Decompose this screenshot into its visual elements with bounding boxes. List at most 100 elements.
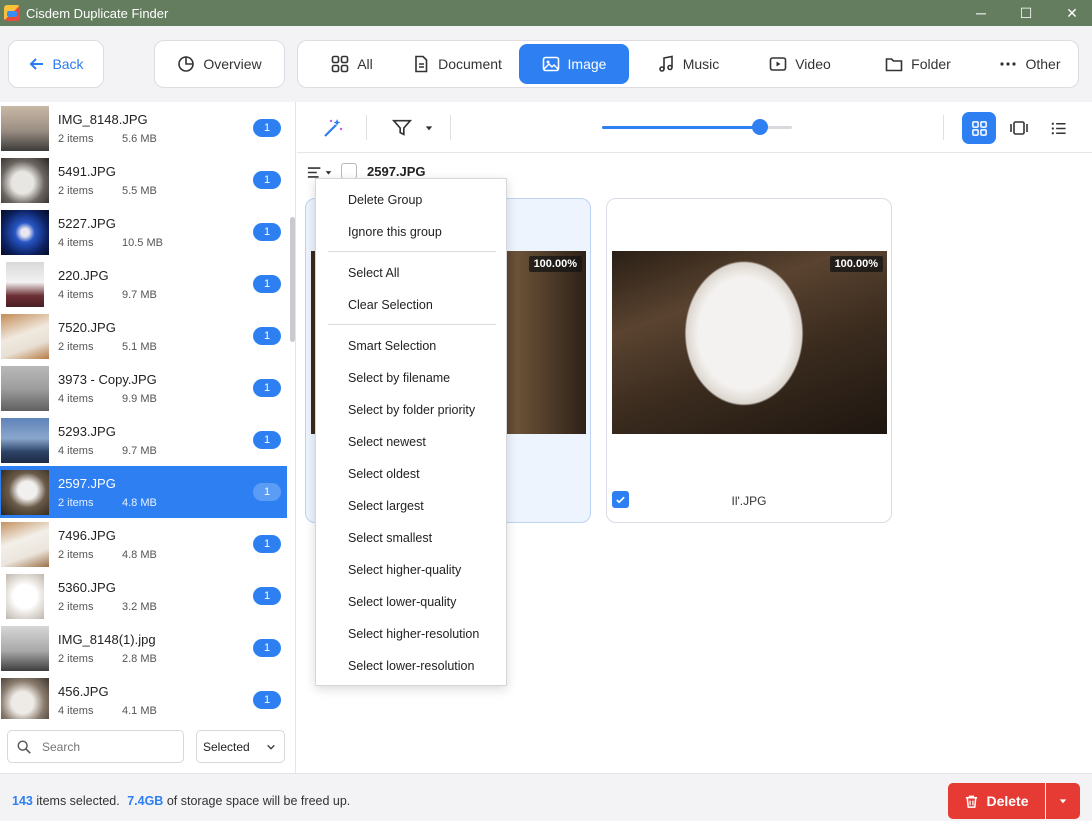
- list-item[interactable]: 5491.JPG 2 items 5.5 MB 1: [0, 154, 287, 206]
- overview-button[interactable]: Overview: [154, 40, 285, 88]
- list-item[interactable]: 456.JPG 4 items 4.1 MB 1: [0, 674, 287, 719]
- item-size: 10.5 MB: [122, 237, 163, 249]
- thumbnail: [1, 158, 49, 203]
- divider: [450, 115, 451, 140]
- menu-item-select-by-filename[interactable]: Select by filename: [348, 371, 450, 385]
- group-checkbox[interactable]: [341, 163, 357, 179]
- delete-options-button[interactable]: [1046, 783, 1080, 819]
- count-badge: 1: [253, 535, 281, 553]
- menu-item-select-higher-resolution[interactable]: Select higher-resolution: [348, 627, 479, 641]
- item-size: 9.7 MB: [122, 445, 157, 457]
- thumbnail: [1, 626, 49, 671]
- back-button[interactable]: Back: [8, 40, 104, 88]
- item-size: 9.7 MB: [122, 289, 157, 301]
- tab-document-label: Document: [438, 56, 502, 72]
- count-badge: 1: [253, 483, 281, 501]
- menu-item-select-all[interactable]: Select All: [348, 266, 399, 280]
- item-count: 2 items: [58, 341, 94, 353]
- menu-item-select-smallest[interactable]: Select smallest: [348, 531, 432, 545]
- arrow-left-icon: [30, 58, 44, 70]
- list-item[interactable]: IMG_8148.JPG 2 items 5.6 MB 1: [0, 102, 287, 154]
- view-mode-switch: [957, 110, 1081, 146]
- filter-icon[interactable]: [391, 117, 413, 139]
- search-input[interactable]: [42, 739, 172, 754]
- menu-item-ignore-group[interactable]: Ignore this group: [348, 225, 442, 239]
- tab-other[interactable]: Other: [988, 44, 1072, 84]
- app-logo-icon: [4, 5, 20, 21]
- thumbnail: [1, 366, 49, 411]
- sidebar-scrollbar[interactable]: [290, 217, 295, 342]
- tab-folder[interactable]: Folder: [866, 44, 970, 84]
- item-size: 5.6 MB: [122, 133, 157, 145]
- magic-wand-icon[interactable]: [321, 116, 345, 140]
- item-name: 456.JPG: [58, 684, 109, 699]
- image-card[interactable]: 100.00% Il'.JPG: [606, 198, 892, 523]
- menu-item-select-lower-resolution[interactable]: Select lower-resolution: [348, 659, 474, 673]
- item-name: IMG_8148(1).jpg: [58, 632, 156, 647]
- window-title: Cisdem Duplicate Finder: [26, 5, 169, 21]
- list-item[interactable]: 3973 - Copy.JPG 4 items 9.9 MB 1: [0, 362, 287, 414]
- slider-handle[interactable]: [751, 119, 768, 135]
- similarity-badge: 100.00%: [528, 256, 582, 272]
- count-badge: 1: [253, 431, 281, 449]
- search-icon: [17, 740, 31, 754]
- freed-size-text: of storage space will be freed up.: [166, 794, 351, 808]
- search-field[interactable]: [7, 730, 184, 763]
- tab-all[interactable]: All: [310, 44, 394, 84]
- menu-item-delete-group[interactable]: Delete Group: [348, 193, 422, 207]
- list-view-button[interactable]: [1041, 112, 1075, 144]
- caret-down-icon: [1059, 799, 1067, 804]
- item-size: 5.5 MB: [122, 185, 157, 197]
- close-button[interactable]: ✕: [1049, 0, 1092, 26]
- menu-item-select-lower-quality[interactable]: Select lower-quality: [348, 595, 456, 609]
- list-icon: [1051, 122, 1066, 134]
- list-item[interactable]: 7520.JPG 2 items 5.1 MB 1: [0, 310, 287, 362]
- thumbnail: [1, 522, 49, 567]
- tab-image[interactable]: Image: [519, 44, 629, 84]
- item-count: 2 items: [58, 497, 94, 509]
- count-badge: 1: [253, 379, 281, 397]
- tab-music[interactable]: Music: [642, 44, 734, 84]
- tab-document[interactable]: Document: [402, 44, 512, 84]
- menu-item-clear-selection[interactable]: Clear Selection: [348, 298, 433, 312]
- selection-summary: 143 items selected. 7.4GB of storage spa…: [12, 794, 350, 808]
- slider-fill: [602, 126, 760, 129]
- compare-view-button[interactable]: [1002, 112, 1036, 144]
- menu-item-select-higher-quality[interactable]: Select higher-quality: [348, 563, 461, 577]
- count-badge: 1: [253, 171, 281, 189]
- minimize-button[interactable]: ─: [958, 0, 1004, 26]
- list-item[interactable]: 5227.JPG 4 items 10.5 MB 1: [0, 206, 287, 258]
- thumbnail: [1, 418, 49, 463]
- freed-size: 7.4GB: [127, 794, 164, 808]
- list-item[interactable]: 7496.JPG 2 items 4.8 MB 1: [0, 518, 287, 570]
- list-item-selected[interactable]: 2597.JPG 2 items 4.8 MB 1: [0, 466, 287, 518]
- list-item[interactable]: IMG_8148(1).jpg 2 items 2.8 MB 1: [0, 622, 287, 674]
- group-list[interactable]: IMG_8148.JPG 2 items 5.6 MB 1 5491.JPG 2…: [0, 102, 288, 719]
- menu-item-select-largest[interactable]: Select largest: [348, 499, 424, 513]
- delete-button[interactable]: Delete: [948, 783, 1045, 819]
- menu-item-select-newest[interactable]: Select newest: [348, 435, 426, 449]
- caret-down-icon[interactable]: [425, 124, 433, 132]
- tab-video[interactable]: Video: [754, 44, 846, 84]
- filter-select[interactable]: Selected: [196, 730, 285, 763]
- count-badge: 1: [253, 327, 281, 345]
- grid-view-button[interactable]: [962, 112, 996, 144]
- more-icon: [1000, 62, 1017, 66]
- item-size: 2.8 MB: [122, 653, 157, 665]
- music-icon: [658, 55, 673, 72]
- thumbnail-size-slider[interactable]: [602, 119, 792, 135]
- menu-item-select-oldest[interactable]: Select oldest: [348, 467, 420, 481]
- tab-music-label: Music: [682, 56, 720, 72]
- menu-item-smart-selection[interactable]: Smart Selection: [348, 339, 436, 353]
- item-size: 3.2 MB: [122, 601, 157, 613]
- image-preview: 100.00%: [612, 251, 887, 434]
- list-item[interactable]: 5293.JPG 4 items 9.7 MB 1: [0, 414, 287, 466]
- thumbnail: [6, 574, 44, 619]
- maximize-button[interactable]: ☐: [1003, 0, 1049, 26]
- item-name: 7520.JPG: [58, 320, 116, 335]
- menu-item-select-by-folder-priority[interactable]: Select by folder priority: [348, 403, 475, 417]
- item-size: 5.1 MB: [122, 341, 157, 353]
- similarity-badge: 100.00%: [829, 256, 883, 272]
- list-item[interactable]: 220.JPG 4 items 9.7 MB 1: [0, 258, 287, 310]
- list-item[interactable]: 5360.JPG 2 items 3.2 MB 1: [0, 570, 287, 622]
